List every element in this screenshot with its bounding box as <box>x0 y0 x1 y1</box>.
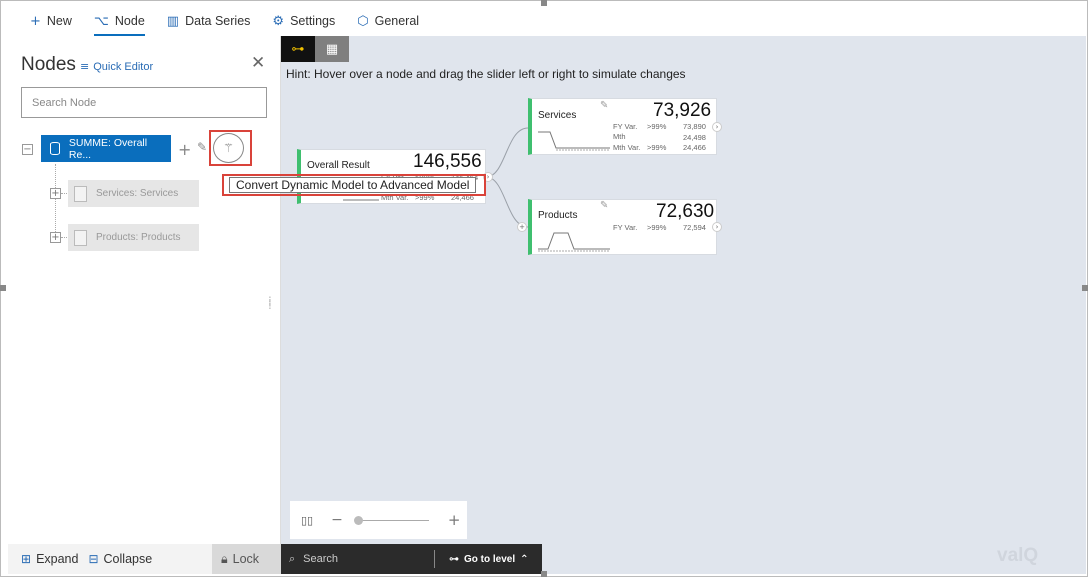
chevron-up-icon: ⌃ <box>520 553 529 565</box>
menu-new[interactable]: + New <box>30 6 72 36</box>
card-title: Products <box>538 210 578 221</box>
expand-icon: ⊞ <box>21 552 32 566</box>
metric-pct: >99% <box>647 143 667 152</box>
quick-editor-link[interactable]: ≡ Quick Editor <box>80 60 153 73</box>
expand-toggle[interactable]: + <box>50 188 61 199</box>
quick-editor-label: Quick Editor <box>93 60 154 73</box>
search-label: Search <box>303 553 339 565</box>
tree-node-root[interactable]: SUMME: Overall Re... <box>41 135 171 162</box>
top-menu: + New ⌥ Node ▥ Data Series ⚙ Settings ⬡ … <box>8 6 1086 36</box>
expand-toggle[interactable]: + <box>50 232 61 243</box>
sparkline <box>538 131 610 151</box>
menu-label: General <box>374 14 420 28</box>
zoom-controls: ▯▯ − + <box>290 501 467 539</box>
metric-pct: >99% <box>647 223 667 232</box>
sparkline <box>538 232 610 252</box>
expand-circle-icon[interactable]: + <box>517 222 527 232</box>
menu-label: Settings <box>290 14 336 28</box>
add-node-icon[interactable]: + <box>178 140 191 159</box>
collapse-toggle[interactable]: − <box>22 144 33 155</box>
divider <box>434 550 435 568</box>
gear-icon: ⚙ <box>272 13 285 29</box>
panel-footer: ⊞ Expand ⊟ Collapse 🔒︎ Lock <box>8 544 281 574</box>
plus-icon: + <box>30 13 41 29</box>
zoom-slider-knob[interactable] <box>353 515 363 525</box>
panel-title: Nodes <box>21 54 76 75</box>
metric-label: Mth Var. <box>613 143 641 152</box>
edit-pencil-icon[interactable]: ✎ <box>197 140 207 154</box>
resize-handle-icon[interactable]: ⁞ ⁞ <box>268 295 272 311</box>
zoom-slider[interactable] <box>353 515 429 525</box>
card-value: 72,630 <box>656 201 715 222</box>
tree-connector <box>55 164 56 238</box>
collapse-button[interactable]: ⊟ Collapse <box>88 552 152 566</box>
menu-label: Node <box>114 14 145 28</box>
menu-label: Data Series <box>185 14 251 28</box>
node-card-products[interactable]: Products ✎ 72,630 FY Var. >99% 72,594 <box>528 199 717 255</box>
quick-editor-icon: ≡ <box>80 60 90 73</box>
resize-handle[interactable] <box>0 285 6 291</box>
card-title: Overall Result <box>307 160 370 171</box>
metric-value: 72,594 <box>683 223 706 232</box>
chevron-right-icon[interactable]: › <box>712 122 722 132</box>
search-node-input[interactable]: Search Node <box>21 87 267 118</box>
cube-icon: ⬡ <box>357 13 369 29</box>
zoom-in-icon[interactable]: + <box>448 511 461 529</box>
go-to-level-label: Go to level <box>464 553 516 565</box>
card-value: 73,926 <box>653 100 712 121</box>
map-icon[interactable]: ▯▯ <box>301 514 313 527</box>
node-card-services[interactable]: Services ✎ 73,926 FY Var. >99% 73,890 Mt… <box>528 98 717 155</box>
card-value: 146,556 <box>413 151 482 172</box>
tree-node-label: Services: Services <box>96 188 179 199</box>
go-to-level-button[interactable]: ⊶ Go to level ⌃ <box>449 554 529 565</box>
canvas-search[interactable]: ⌕ Search <box>289 552 434 566</box>
tooltip: Convert Dynamic Model to Advanced Model <box>229 177 477 193</box>
collapse-label: Collapse <box>103 552 153 566</box>
lock-label: Lock <box>232 552 260 566</box>
search-icon: ⌕ <box>289 552 296 565</box>
metric-pct: >99% <box>647 122 667 131</box>
metric-label: FY Var. <box>613 122 638 131</box>
document-icon <box>74 229 87 246</box>
resize-handle[interactable] <box>541 571 547 577</box>
tree-node-label: Products: Products <box>96 232 181 243</box>
tree-node-services[interactable]: Services: Services <box>68 180 199 207</box>
resize-handle[interactable] <box>1082 285 1088 291</box>
edit-pencil-icon[interactable]: ✎ <box>600 100 608 111</box>
expand-button[interactable]: ⊞ Expand <box>21 552 78 566</box>
tree-node-products[interactable]: Products: Products <box>68 224 199 251</box>
database-icon <box>50 142 60 155</box>
node-tree-icon: ⌥ <box>93 13 109 29</box>
bar-chart-icon: ▥ <box>166 13 180 29</box>
collapse-icon: ⊟ <box>88 552 99 566</box>
lock-icon: 🔒︎ <box>221 551 228 566</box>
nodes-panel: Nodes ≡ Quick Editor ✕ Search Node − SUM… <box>8 36 281 574</box>
resize-handle[interactable] <box>541 0 547 6</box>
edit-pencil-icon[interactable]: ✎ <box>600 200 608 211</box>
metric-label: FY Var. <box>613 223 638 232</box>
tree-node-label: SUMME: Overall Re... <box>68 136 148 161</box>
menu-general[interactable]: ⬡ General <box>357 6 419 36</box>
close-icon[interactable]: ✕ <box>251 53 265 73</box>
hierarchy-icon: ⊶ <box>449 553 459 565</box>
metric-label: Mth <box>613 132 626 141</box>
bottom-toolbar: ⌕ Search ⊶ Go to level ⌃ <box>281 544 542 574</box>
magic-wand-icon[interactable]: ⚚ <box>213 133 244 163</box>
document-icon <box>74 185 87 202</box>
zoom-out-icon[interactable]: − <box>331 512 343 528</box>
metric-value: 24,498 <box>683 133 706 142</box>
model-canvas[interactable]: ⊶ ▦ Hint: Hover over a node and drag the… <box>281 36 1086 574</box>
lock-button[interactable]: 🔒︎ Lock <box>212 544 281 574</box>
card-title: Services <box>538 110 577 121</box>
menu-node[interactable]: ⌥ Node <box>93 6 145 36</box>
brand-logo: valQ <box>997 545 1039 566</box>
menu-data-series[interactable]: ▥ Data Series <box>167 6 251 36</box>
metric-value: 24,466 <box>683 143 706 152</box>
metric-value: 73,890 <box>683 122 706 131</box>
menu-label: New <box>46 14 72 28</box>
menu-settings[interactable]: ⚙ Settings <box>272 6 335 36</box>
expand-label: Expand <box>36 552 79 566</box>
chevron-right-icon[interactable]: › <box>712 222 722 232</box>
